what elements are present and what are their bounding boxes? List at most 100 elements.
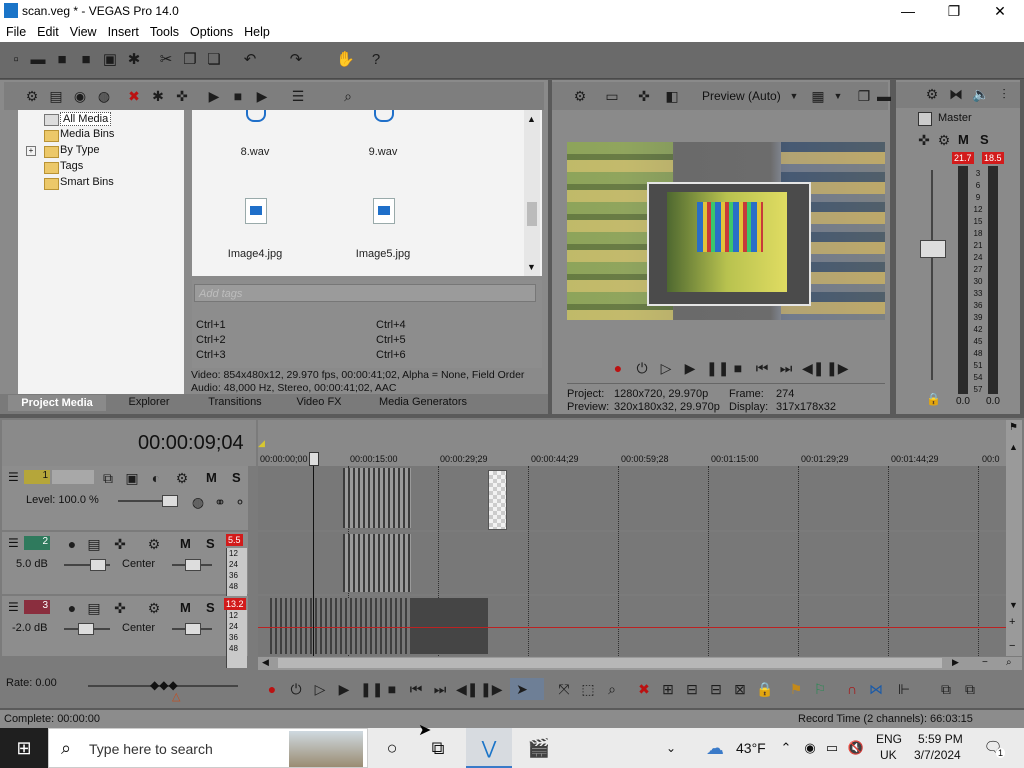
chevron-down-icon[interactable]: ▼ — [786, 88, 802, 104]
web-icon[interactable]: ◍ — [96, 88, 112, 104]
copy-icon[interactable]: ❐ — [182, 52, 198, 68]
tree-all-media[interactable]: All Media — [60, 112, 112, 126]
save-as-icon[interactable]: ■ — [78, 52, 94, 68]
master-solo-button[interactable]: S — [980, 132, 989, 147]
auto-preview-icon[interactable]: ▶ — [254, 88, 270, 104]
weather-icon[interactable]: ☁ — [700, 728, 730, 768]
menu-help[interactable]: Help — [238, 22, 275, 39]
windows-start-icon[interactable]: ⊞ — [0, 728, 48, 768]
zoom-out-icon[interactable]: − — [1009, 640, 1015, 652]
close-button[interactable]: ✕ — [977, 0, 1023, 22]
media-fx-icon[interactable]: ✱ — [150, 88, 166, 104]
pan-slider-knob[interactable] — [185, 559, 201, 571]
mixer-icon[interactable]: ⫶ — [996, 86, 1012, 102]
language-code[interactable]: ENG — [876, 732, 902, 746]
zoom-icon[interactable]: ⌕ — [1006, 657, 1012, 668]
render-icon[interactable]: ▣ — [102, 52, 118, 68]
open-icon[interactable]: ▬ — [30, 52, 46, 68]
delete-icon[interactable]: ✖ — [636, 681, 652, 697]
bus-icon[interactable]: ⧓ — [948, 86, 964, 102]
ripple-edit-icon[interactable]: ⊩ — [896, 681, 912, 697]
record-icon[interactable]: ● — [264, 681, 280, 697]
snapping-icon[interactable]: ∩ — [844, 681, 860, 697]
paste-icon[interactable]: ❏ — [206, 52, 222, 68]
image-clip[interactable] — [488, 470, 507, 530]
tags-input[interactable]: Add tags — [194, 284, 536, 302]
network-icon[interactable]: ▭ — [822, 728, 842, 768]
record-icon[interactable]: ● — [610, 360, 626, 376]
gear-icon[interactable]: ⚙ — [146, 536, 162, 552]
chevron-down-icon[interactable]: ⌄ — [664, 728, 678, 768]
playhead-cursor[interactable] — [313, 458, 314, 656]
menu-view[interactable]: View — [64, 22, 102, 39]
next-frame-icon[interactable]: ❚▶ — [480, 681, 503, 697]
scroll-thumb[interactable] — [527, 202, 537, 226]
video-clip-group[interactable] — [343, 468, 411, 528]
edit-tool-icon[interactable]: ✋ — [336, 52, 355, 68]
menu-options[interactable]: Options — [184, 22, 238, 39]
scroll-down-icon[interactable]: ▼ — [527, 262, 536, 272]
split-icon[interactable]: ⊠ — [732, 681, 748, 697]
marker-icon[interactable]: ⚑ — [788, 681, 804, 697]
external-monitor-icon[interactable]: ▭ — [604, 88, 620, 104]
files-scrollbar[interactable]: ▲ ▼ — [524, 110, 540, 276]
clapper-taskbar-icon[interactable]: 🎬 — [516, 728, 562, 768]
cut-icon[interactable]: ✂ — [158, 52, 174, 68]
stop-icon[interactable]: ■ — [384, 681, 400, 697]
grid-icon[interactable]: ▦ — [810, 88, 826, 104]
arm-record-icon[interactable]: ● — [64, 536, 80, 552]
master-fader-knob[interactable] — [920, 240, 946, 258]
track-fx-icon[interactable]: ▤ — [86, 536, 102, 552]
gear-icon[interactable]: ⚙ — [924, 86, 940, 102]
scroll-right-icon[interactable]: ▶ — [952, 657, 959, 668]
previous-frame-icon[interactable]: ◀❚ — [456, 681, 479, 697]
speaker-icon[interactable]: 🔈 — [972, 86, 989, 102]
track-3-solo[interactable]: S — [206, 600, 215, 615]
show-hidden-icons[interactable]: ⌃ — [776, 728, 796, 768]
undo-icon[interactable]: ↶ — [242, 52, 258, 68]
tab-media-generators[interactable]: Media Generators — [362, 396, 484, 410]
composite-mode-icon[interactable]: ◍ — [190, 494, 206, 510]
zoom-out-icon[interactable]: − — [982, 657, 988, 668]
loop-icon[interactable]: ⏻ — [288, 681, 304, 697]
search-icon[interactable]: ⌕ — [340, 88, 356, 104]
play-from-start-icon[interactable]: ▷ — [658, 360, 674, 376]
trim-icon[interactable]: ⊞ — [660, 681, 676, 697]
insert-fx-icon[interactable]: ✜ — [112, 600, 128, 616]
views-icon[interactable]: ☰ — [290, 88, 306, 104]
language-region[interactable]: UK — [880, 748, 897, 762]
minimize-button[interactable]: — — [885, 0, 931, 22]
envelope-tool-icon[interactable]: ⤧ — [556, 681, 572, 697]
pan-slider-knob[interactable] — [185, 623, 201, 635]
clock-date[interactable]: 3/7/2024 — [914, 748, 961, 762]
cursor-icon[interactable]: ➤ — [514, 681, 530, 697]
chevron-down-icon[interactable]: ▼ — [830, 88, 846, 104]
lock-envelopes-icon[interactable]: ⧉ — [938, 681, 954, 697]
tab-transitions[interactable]: Transitions — [194, 396, 276, 410]
master-fx-icon[interactable]: ✜ — [916, 132, 932, 148]
region-icon[interactable]: ⚐ — [812, 681, 828, 697]
master-checkbox[interactable] — [918, 112, 932, 126]
track-fx-icon[interactable]: ▤ — [86, 600, 102, 616]
track-fx-icon[interactable]: ▣ — [124, 470, 140, 486]
marker-flag-icon[interactable]: ⚑ — [1009, 422, 1018, 433]
gear-icon[interactable]: ⚙ — [936, 132, 952, 148]
camera-icon[interactable]: ◉ — [800, 728, 820, 768]
copy-snapshot-icon[interactable]: ❐ — [856, 88, 872, 104]
speaker-muted-icon[interactable]: 🔇 — [846, 728, 866, 768]
split-screen-icon[interactable]: ✜ — [636, 88, 652, 104]
zoom-in-icon[interactable]: + — [1009, 616, 1015, 628]
menu-file[interactable]: File — [0, 22, 31, 39]
new-icon[interactable]: ▫ — [8, 52, 24, 68]
ignore-grouping-icon[interactable]: ⧉ — [962, 681, 978, 697]
insert-fx-icon[interactable]: ✜ — [112, 536, 128, 552]
tree-tags[interactable]: Tags — [60, 160, 83, 172]
track-2-mute[interactable]: M — [180, 536, 191, 551]
track-name-field[interactable] — [52, 470, 94, 484]
play-icon[interactable]: ▶ — [336, 681, 352, 697]
capture-icon[interactable]: ▤ — [48, 88, 64, 104]
help-icon[interactable]: ? — [368, 52, 384, 68]
timeline-hscroll[interactable]: ◀ ▶ − ⌕ — [258, 657, 1022, 670]
compositing-icon[interactable]: ◐ — [148, 470, 164, 486]
stop-icon[interactable]: ■ — [230, 88, 246, 104]
